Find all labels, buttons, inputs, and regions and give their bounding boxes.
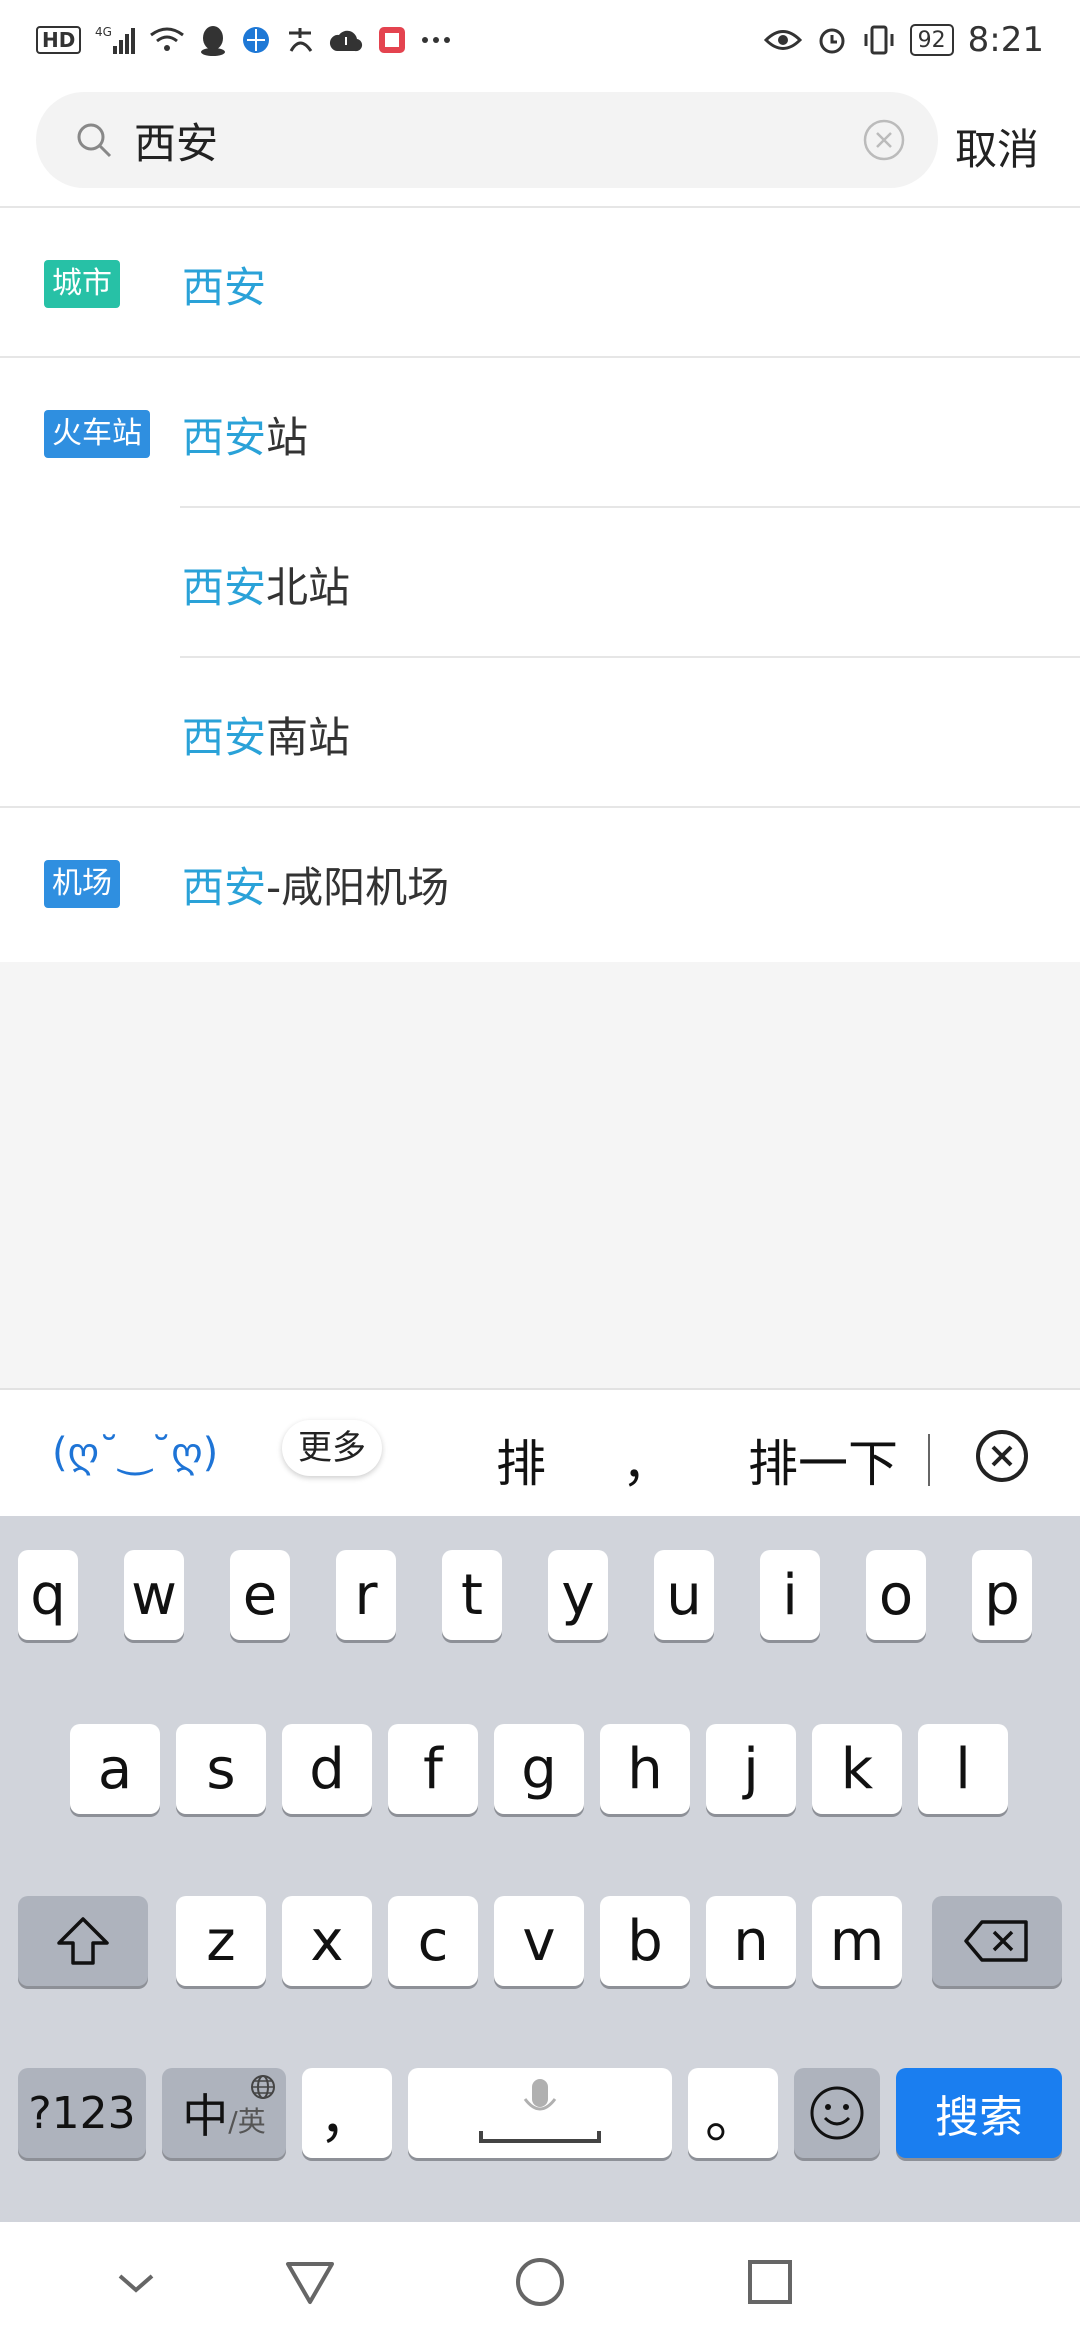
qq-icon [199, 24, 227, 56]
key-p[interactable]: p [972, 1550, 1032, 1640]
key-v[interactable]: v [494, 1896, 584, 1986]
space-key[interactable] [408, 2068, 672, 2158]
result-item-north-station[interactable]: 西安北站 [0, 508, 1080, 658]
empty-area [0, 962, 1080, 1388]
ime-candidate-bar: (ღ˘‿˘ღ) 更多 排 ， 排一下 [0, 1388, 1080, 1516]
wifi-icon [149, 25, 185, 55]
results-list: 城市 西安 火车站 西安站 西安北站 西安南站 机场 西安-咸阳机场 [0, 208, 1080, 958]
key-z[interactable]: z [176, 1896, 266, 1986]
backspace-icon [964, 1920, 1028, 1962]
key-j[interactable]: j [706, 1724, 796, 1814]
microphone-icon [479, 2079, 601, 2143]
clear-input-icon[interactable] [974, 1428, 1030, 1484]
status-bar: HD 4G 92 8:21 [0, 0, 1080, 80]
key-i[interactable]: i [760, 1550, 820, 1640]
period-key[interactable]: 。 [688, 2068, 778, 2158]
status-right: 92 8:21 [763, 20, 1044, 60]
result-tag: 机场 [44, 860, 120, 908]
vibrate-icon [862, 24, 896, 56]
key-r[interactable]: r [336, 1550, 396, 1640]
key-w[interactable]: w [124, 1550, 184, 1640]
key-q[interactable]: q [18, 1550, 78, 1640]
backspace-key[interactable] [932, 1896, 1062, 1986]
key-g[interactable]: g [494, 1724, 584, 1814]
key-f[interactable]: f [388, 1724, 478, 1814]
candidate-2[interactable]: ， [622, 1424, 672, 1496]
svg-text:4G: 4G [95, 25, 112, 39]
cellular-signal-icon: 4G [95, 24, 136, 56]
search-icon [77, 123, 112, 158]
key-y[interactable]: y [548, 1550, 608, 1640]
globe-icon [251, 2075, 275, 2099]
key-m[interactable]: m [812, 1896, 902, 1986]
status-left: HD 4G [36, 24, 451, 56]
more-button[interactable]: 更多 [282, 1420, 382, 1476]
result-label: 西安北站 [182, 563, 351, 612]
key-x[interactable]: x [282, 1896, 372, 1986]
key-a[interactable]: a [70, 1724, 160, 1814]
key-h[interactable]: h [600, 1724, 690, 1814]
search-header: 取消 [0, 88, 1080, 198]
shift-key[interactable] [18, 1896, 148, 1986]
result-label: 西安南站 [182, 713, 351, 762]
result-label: 西安 [182, 263, 267, 312]
hide-keyboard-icon[interactable] [106, 2252, 166, 2312]
key-s[interactable]: s [176, 1724, 266, 1814]
hd-icon: HD [36, 26, 82, 54]
result-tag: 城市 [44, 260, 120, 308]
lang-sub: /英 [228, 2105, 266, 2138]
key-t[interactable]: t [442, 1550, 502, 1640]
key-c[interactable]: c [388, 1896, 478, 1986]
key-b[interactable]: b [600, 1896, 690, 1986]
emoji-icon [810, 2086, 864, 2140]
candidate-1[interactable]: 排 [496, 1424, 546, 1496]
navigation-bar [0, 2222, 1080, 2340]
key-o[interactable]: o [866, 1550, 926, 1640]
clear-search-icon[interactable] [862, 118, 906, 162]
result-tag: 火车站 [44, 410, 150, 458]
back-icon[interactable] [280, 2252, 340, 2312]
recents-icon[interactable] [740, 2252, 800, 2312]
browser-icon [241, 25, 271, 55]
shift-icon [57, 1917, 109, 1965]
cancel-button[interactable]: 取消 [955, 116, 1039, 177]
cloud-alert-icon [329, 27, 363, 53]
key-e[interactable]: e [230, 1550, 290, 1640]
comma-key[interactable]: ， [302, 2068, 392, 2158]
language-switch-key[interactable]: 中 /英 [162, 2068, 286, 2158]
search-key[interactable]: 搜索 [896, 2068, 1062, 2158]
key-l[interactable]: l [918, 1724, 1008, 1814]
key-n[interactable]: n [706, 1896, 796, 1986]
key-k[interactable]: k [812, 1724, 902, 1814]
kaomoji-button[interactable]: (ღ˘‿˘ღ) [52, 1430, 218, 1476]
book-app-icon [377, 25, 407, 55]
lang-main: 中 [182, 2089, 229, 2143]
result-item-station[interactable]: 火车站 西安站 [0, 358, 1080, 508]
home-icon[interactable] [510, 2252, 570, 2312]
key-d[interactable]: d [282, 1724, 372, 1814]
clock: 8:21 [967, 20, 1044, 60]
result-item-south-station[interactable]: 西安南站 [0, 658, 1080, 808]
battery-icon: 92 [909, 24, 954, 56]
eye-icon [763, 27, 802, 53]
search-box[interactable] [36, 92, 938, 188]
result-item-airport[interactable]: 机场 西安-咸阳机场 [0, 808, 1080, 958]
result-item-city[interactable]: 城市 西安 [0, 208, 1080, 358]
key-u[interactable]: u [654, 1550, 714, 1640]
emoji-key[interactable] [794, 2068, 880, 2158]
numbers-key[interactable]: ?123 [18, 2068, 146, 2158]
more-notifications-icon [421, 35, 451, 45]
search-input[interactable] [132, 114, 836, 166]
alipay-icon [285, 25, 315, 55]
cursor-divider [928, 1434, 930, 1486]
alarm-icon [816, 24, 848, 56]
result-label: 西安-咸阳机场 [182, 863, 450, 912]
result-label: 西安站 [182, 413, 309, 462]
keyboard: q w e r t y u i o p a s d f g h j k l z … [0, 1516, 1080, 2222]
candidate-3[interactable]: 排一下 [748, 1424, 898, 1496]
